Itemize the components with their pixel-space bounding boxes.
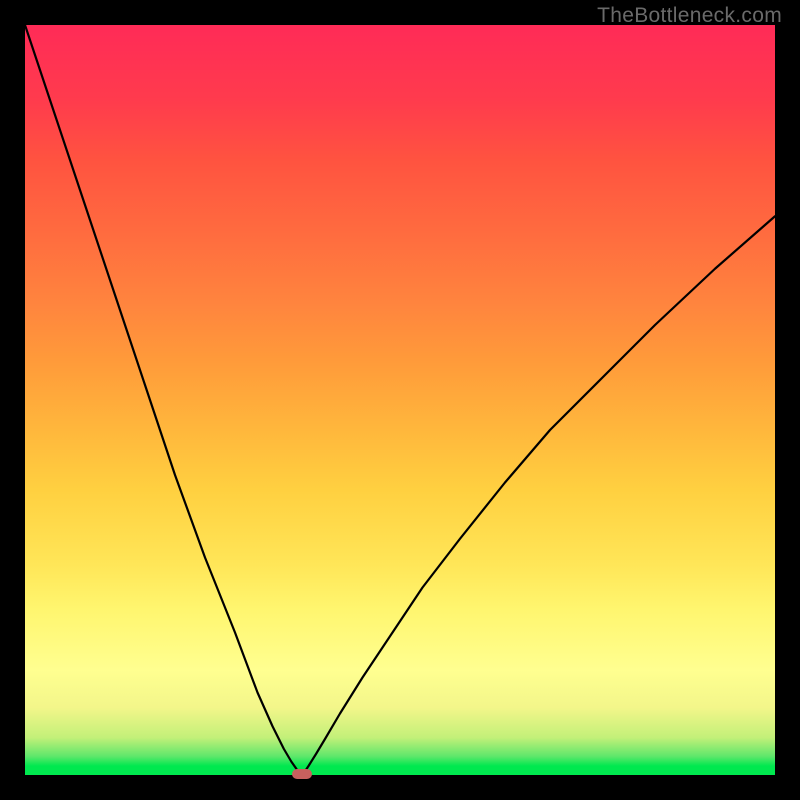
chart-background — [25, 25, 775, 775]
bottleneck-curve — [25, 25, 775, 775]
curve-svg — [25, 25, 775, 775]
chart-plot-area — [25, 25, 775, 775]
minimum-marker — [292, 769, 312, 779]
watermark-label: TheBottleneck.com — [597, 4, 782, 28]
